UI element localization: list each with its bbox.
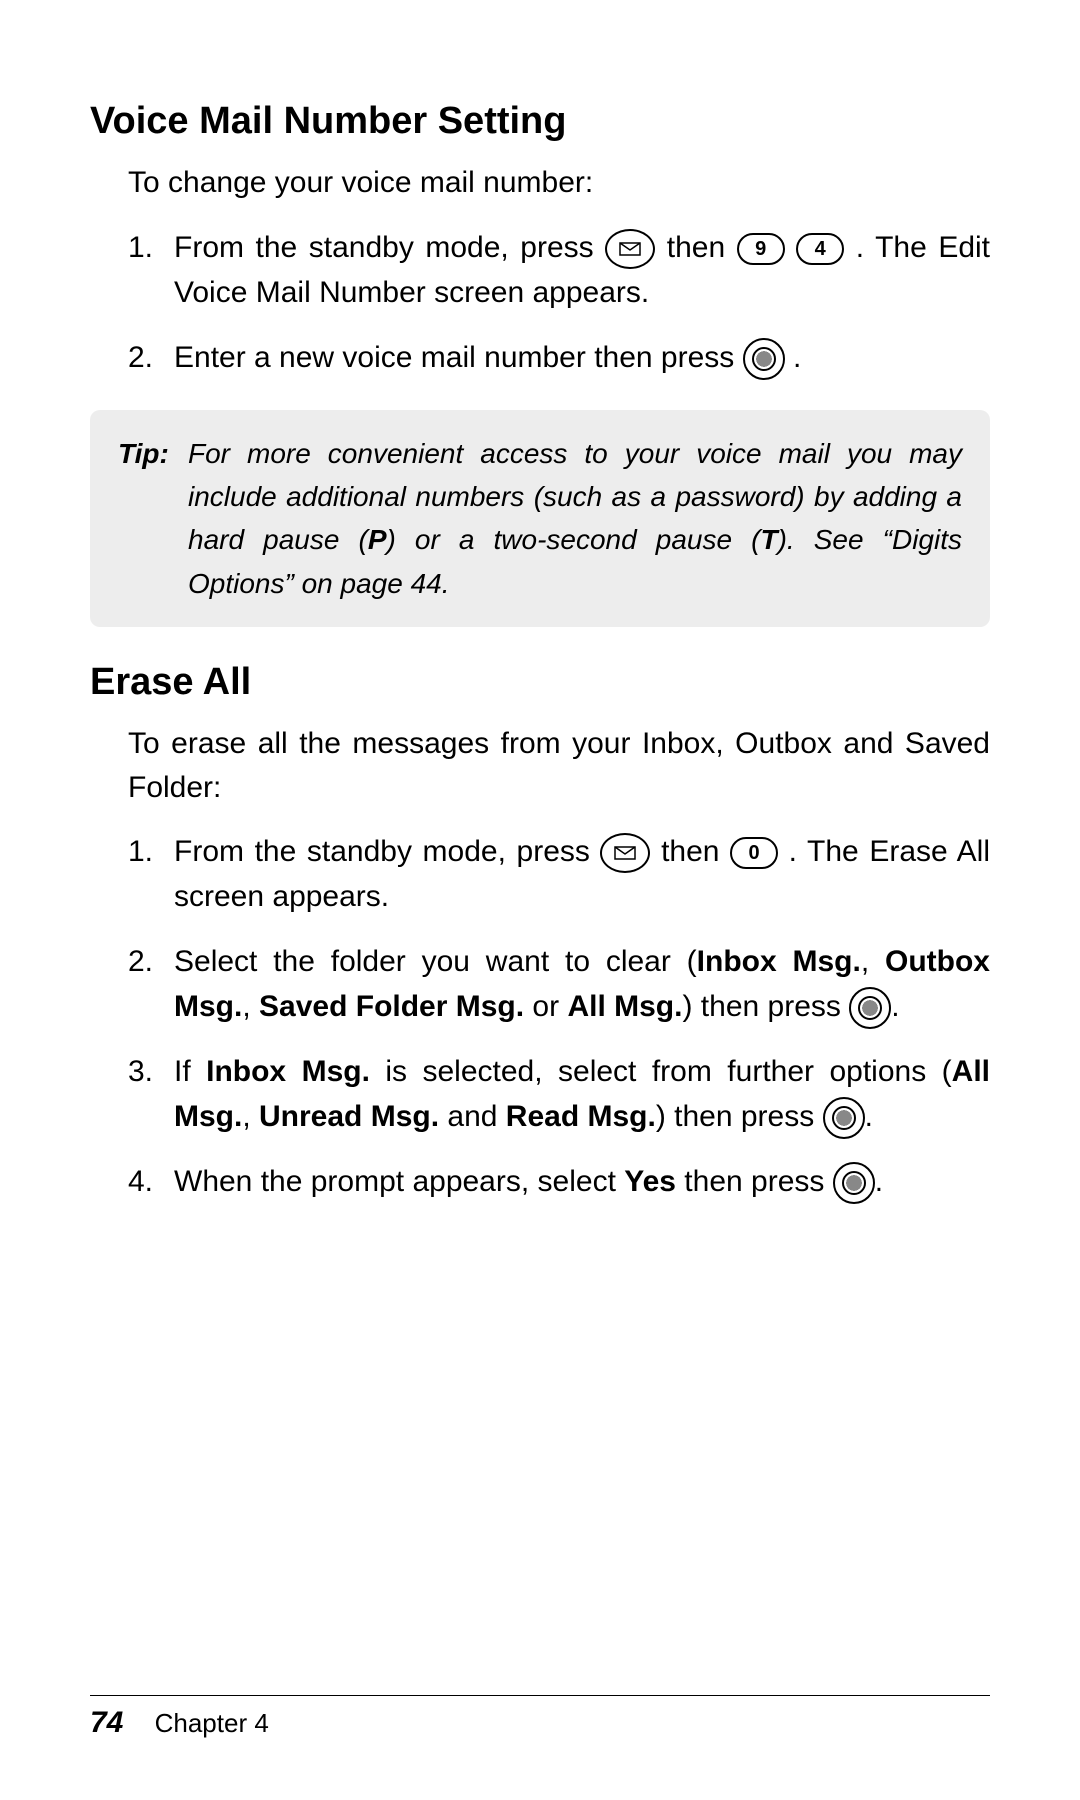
step-text: , xyxy=(242,990,259,1023)
option-inbox: Inbox Msg. xyxy=(697,945,861,978)
step-text: , xyxy=(242,1100,259,1133)
key-9-icon: 9 xyxy=(737,233,785,265)
step-text: Select the folder you want to clear ( xyxy=(174,945,697,978)
step-text: then press xyxy=(676,1165,833,1198)
step-text: When the prompt appears, select xyxy=(174,1165,624,1198)
step-2: 2. Select the folder you want to clear (… xyxy=(128,939,990,1029)
chapter-label: Chapter 4 xyxy=(155,1708,269,1738)
page-footer: 74 Chapter 4 xyxy=(90,1695,990,1740)
tip-body: For more convenient access to your voice… xyxy=(188,432,962,606)
page-content: Voice Mail Number Setting To change your… xyxy=(0,0,1080,1204)
option-unread: Unread Msg. xyxy=(259,1100,439,1133)
tip-t: T xyxy=(760,524,777,555)
option-all: All Msg. xyxy=(567,990,682,1023)
step-text: then xyxy=(661,835,730,868)
tip-box: Tip: For more convenient access to your … xyxy=(90,410,990,628)
step-number: 2. xyxy=(128,939,153,984)
step-text: From the standby mode, press xyxy=(174,231,605,264)
steps-voice-mail: 1. From the standby mode, press then 9 4… xyxy=(128,225,990,380)
step-text: . xyxy=(865,1100,873,1133)
ok-key-icon xyxy=(833,1162,875,1204)
step-text: or xyxy=(524,990,567,1023)
step-number: 2. xyxy=(128,335,153,380)
tip-p: P xyxy=(368,524,387,555)
option-inbox: Inbox Msg. xyxy=(206,1055,370,1088)
ok-key-icon xyxy=(849,987,891,1029)
mail-key-icon xyxy=(600,833,650,873)
step-2: 2. Enter a new voice mail number then pr… xyxy=(128,335,990,380)
step-number: 1. xyxy=(128,225,153,270)
steps-erase-all: 1. From the standby mode, press then 0 .… xyxy=(128,829,990,1204)
option-read: Read Msg. xyxy=(506,1100,656,1133)
step-number: 1. xyxy=(128,829,153,874)
step-text: Enter a new voice mail number then press xyxy=(174,341,743,374)
step-text: . xyxy=(793,341,801,374)
ok-key-icon xyxy=(823,1097,865,1139)
ok-key-icon xyxy=(743,338,785,380)
step-number: 3. xyxy=(128,1049,153,1094)
step-text: . xyxy=(891,990,899,1023)
heading-erase-all: Erase All xyxy=(90,661,990,704)
tip-text: ) or a two-second pause ( xyxy=(387,524,761,555)
step-1: 1. From the standby mode, press then 0 .… xyxy=(128,829,990,919)
page-number: 74 xyxy=(90,1706,123,1739)
step-number: 4. xyxy=(128,1159,153,1204)
intro-voice-mail: To change your voice mail number: xyxy=(128,161,990,205)
step-4: 4. When the prompt appears, select Yes t… xyxy=(128,1159,990,1204)
step-text: is selected, select from further options… xyxy=(370,1055,952,1088)
tip-label: Tip: xyxy=(118,432,188,606)
step-text: then xyxy=(667,231,737,264)
step-text: If xyxy=(174,1055,206,1088)
step-text: . xyxy=(875,1165,883,1198)
mail-key-icon xyxy=(605,229,655,269)
heading-voice-mail: Voice Mail Number Setting xyxy=(90,100,990,143)
step-text: , xyxy=(861,945,885,978)
step-text: and xyxy=(439,1100,506,1133)
key-0-icon: 0 xyxy=(730,837,778,869)
option-yes: Yes xyxy=(624,1165,676,1198)
intro-erase-all: To erase all the messages from your Inbo… xyxy=(128,722,990,809)
step-text: ) then press xyxy=(682,990,849,1023)
step-3: 3. If Inbox Msg. is selected, select fro… xyxy=(128,1049,990,1139)
step-1: 1. From the standby mode, press then 9 4… xyxy=(128,225,990,315)
step-text: ) then press xyxy=(656,1100,823,1133)
option-saved: Saved Folder Msg. xyxy=(259,990,524,1023)
key-4-icon: 4 xyxy=(796,233,844,265)
step-text: From the standby mode, press xyxy=(174,835,600,868)
